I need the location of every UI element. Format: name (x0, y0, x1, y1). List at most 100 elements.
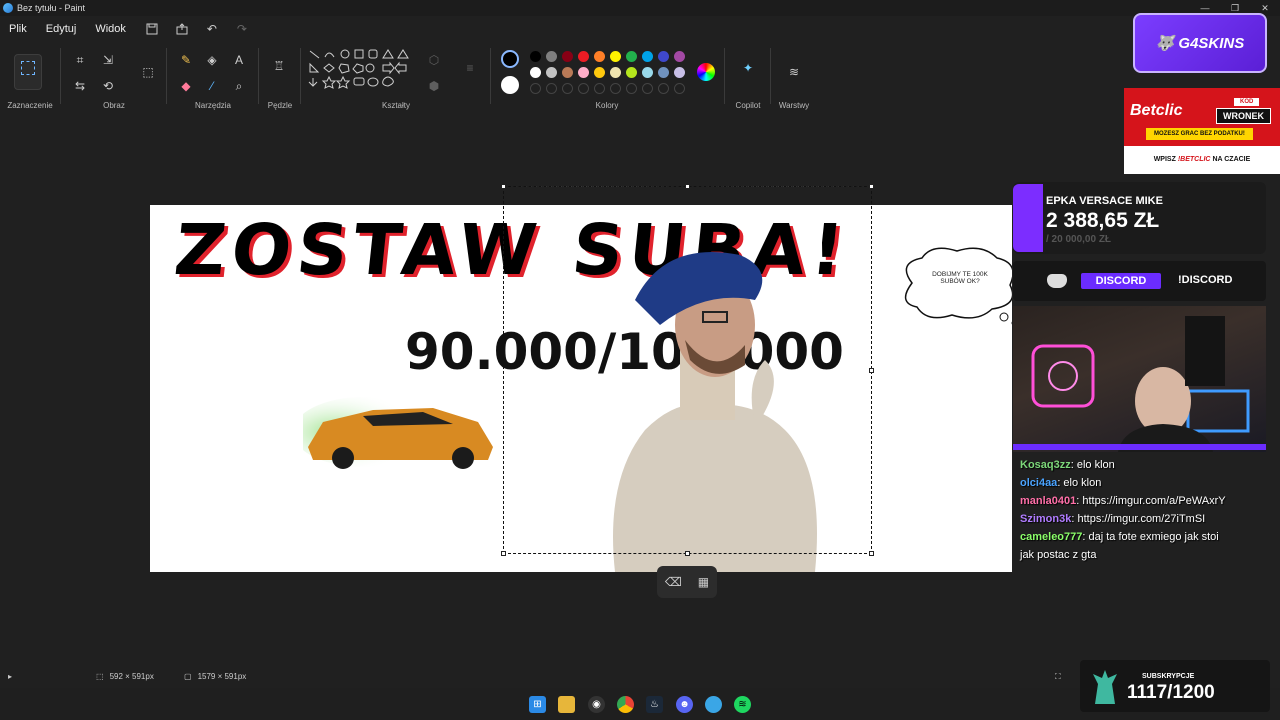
outline-icon[interactable]: ⬡ (426, 52, 442, 68)
swatch-brown[interactable] (562, 67, 573, 78)
eraser-icon[interactable]: ◆ (178, 78, 194, 94)
swatch-white[interactable] (530, 67, 541, 78)
resize-handle[interactable] (685, 184, 690, 189)
menu-view[interactable]: Widok (95, 23, 126, 35)
swatch-custom[interactable] (674, 83, 685, 94)
ribbon: Zaznaczenie ⌗ ⇲ ⬚ ⇆ ⟲ Obraz ✎ ◈ A ◆ ⁄ ⌕ … (0, 42, 1280, 114)
remove-background-icon[interactable]: ⌫ (665, 575, 682, 589)
app-icon[interactable]: ◉ (588, 696, 605, 713)
fit-to-window-icon[interactable]: ⛶ (1055, 672, 1061, 682)
swatch-red[interactable] (578, 51, 589, 62)
swatch-purple[interactable] (674, 51, 685, 62)
primary-color[interactable] (501, 50, 519, 68)
group-tools: ✎ ◈ A ◆ ⁄ ⌕ Narzędzia (168, 42, 258, 114)
swatch-custom[interactable] (610, 83, 621, 94)
chat-user: Kosaq3zz (1020, 459, 1071, 471)
undo-icon[interactable]: ↶ (205, 22, 219, 36)
save-icon[interactable] (145, 22, 159, 36)
spotify-icon[interactable]: ≋ (734, 696, 751, 713)
chat-user: olci4aa (1020, 477, 1058, 489)
start-icon[interactable]: ⊞ (529, 696, 546, 713)
text-icon[interactable]: A (231, 52, 247, 68)
swatch-blue-gray[interactable] (658, 67, 669, 78)
steam-icon[interactable]: ♨ (646, 696, 663, 713)
selection-rectangle[interactable] (501, 184, 874, 556)
chrome-icon[interactable] (617, 696, 634, 713)
layers-icon[interactable]: ≋ (786, 64, 802, 80)
secondary-color[interactable] (501, 76, 519, 94)
g4skins-text: G4SKINS (1178, 34, 1245, 52)
swatch-gold[interactable] (594, 67, 605, 78)
menu-edit[interactable]: Edytuj (46, 23, 77, 35)
select-tool-button[interactable] (14, 54, 42, 90)
shapes-gallery[interactable] (308, 48, 418, 98)
swatch-rose[interactable] (578, 67, 589, 78)
chat-message: Szimon3k: https://imgur.com/27iTmSI (1020, 510, 1270, 528)
resize-handle[interactable] (869, 368, 874, 373)
rotate-icon[interactable]: ⟲ (100, 78, 116, 94)
size-icon[interactable]: ≡ (462, 60, 478, 76)
brush-icon[interactable]: ♖ (271, 58, 287, 74)
swatch-dark-red[interactable] (562, 51, 573, 62)
redo-icon[interactable]: ↷ (235, 22, 249, 36)
swatch-custom[interactable] (658, 83, 669, 94)
swatch-yellow[interactable] (610, 51, 621, 62)
group-layers: ≋ Warstwy (772, 42, 816, 114)
swatch-custom[interactable] (530, 83, 541, 94)
chat-overlay: Kosaq3zz: elo klon olci4aa: elo klon man… (1020, 456, 1270, 564)
resize-handle[interactable] (685, 551, 690, 556)
swatch-lavender[interactable] (674, 67, 685, 78)
paint-taskbar-icon[interactable] (705, 696, 722, 713)
swatch-orange[interactable] (594, 51, 605, 62)
swatch-gray[interactable] (546, 51, 557, 62)
color-picker-icon[interactable]: ⁄ (204, 78, 220, 94)
subs-label: SUBSKRYPCJE (1142, 673, 1195, 680)
discord-taskbar-icon[interactable]: ☻ (676, 696, 693, 713)
swatch-custom[interactable] (594, 83, 605, 94)
resize-icon[interactable]: ⇲ (100, 52, 116, 68)
swatch-custom[interactable] (626, 83, 637, 94)
swatch-indigo[interactable] (658, 51, 669, 62)
swatch-custom[interactable] (642, 83, 653, 94)
swatch-turquoise[interactable] (642, 51, 653, 62)
swatch-black[interactable] (530, 51, 541, 62)
chat-user: Szimon3k (1020, 513, 1072, 525)
webcam-scene (1031, 316, 1250, 452)
chat-text: : elo klon (1070, 459, 1115, 471)
webcam-feed (1013, 306, 1266, 452)
sports-car-image (303, 397, 493, 469)
edit-colors-icon[interactable] (697, 63, 715, 81)
chat-user: cameleo777 (1020, 531, 1083, 543)
swatch-custom[interactable] (578, 83, 589, 94)
crop-icon[interactable]: ⌗ (72, 52, 88, 68)
swatch-custom[interactable] (562, 83, 573, 94)
resize-handle[interactable] (501, 551, 506, 556)
resize-handle[interactable] (869, 184, 874, 189)
fill-icon[interactable]: ◈ (204, 52, 220, 68)
swatch-lime[interactable] (626, 67, 637, 78)
swatch-light-gray[interactable] (546, 67, 557, 78)
selection-size-status: ⬚ 592 × 591px (96, 672, 154, 681)
swatch-custom[interactable] (546, 83, 557, 94)
discord-command: !DISCORD (1178, 274, 1233, 286)
swatch-light-turquoise[interactable] (642, 67, 653, 78)
resize-handle[interactable] (501, 184, 506, 189)
swatch-green[interactable] (626, 51, 637, 62)
magnifier-icon[interactable]: ⌕ (231, 78, 247, 94)
share-icon[interactable] (175, 22, 189, 36)
discord-widget: DISCORD !DISCORD (1013, 261, 1266, 301)
chat-text: : https://imgur.com/27iTmSI (1071, 513, 1206, 525)
menu-file[interactable]: Plik (9, 23, 27, 35)
flip-icon[interactable]: ⇆ (72, 78, 88, 94)
transparency-icon[interactable]: ▦ (698, 575, 709, 589)
image-select-icon[interactable]: ⬚ (140, 64, 156, 80)
window-title: Bez tytułu - Paint (17, 3, 86, 13)
swatch-light-yellow[interactable] (610, 67, 621, 78)
pencil-icon[interactable]: ✎ (178, 52, 194, 68)
copilot-icon[interactable]: ✦ (740, 60, 756, 76)
file-explorer-icon[interactable] (558, 696, 575, 713)
resize-handle[interactable] (869, 551, 874, 556)
menu-bar: Plik Edytuj Widok ↶ ↷ (0, 16, 1280, 42)
group-label-copilot: Copilot (735, 101, 761, 110)
shape-fill-icon[interactable]: ⬢ (426, 78, 442, 94)
